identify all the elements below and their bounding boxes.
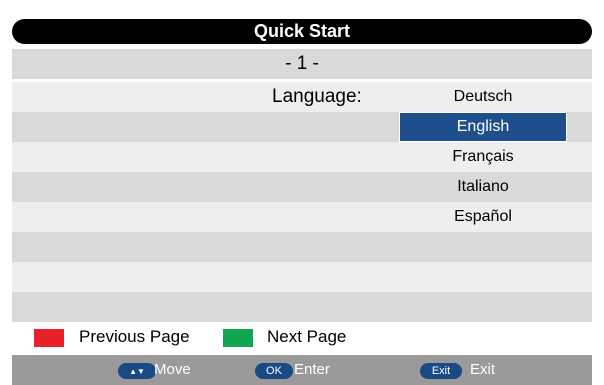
- quick-start-screen: Quick Start - 1 - Language: Deutsch Engl…: [0, 0, 604, 385]
- color-key-legend: Previous Page Next Page: [12, 322, 592, 352]
- language-option-francais[interactable]: Français: [400, 143, 566, 171]
- language-option-deutsch[interactable]: Deutsch: [400, 83, 566, 111]
- list-row: [12, 232, 592, 262]
- page-number: - 1 -: [285, 53, 319, 74]
- language-label: Language:: [272, 86, 362, 107]
- red-key-icon: [34, 329, 64, 347]
- exit-label: Exit: [470, 361, 496, 378]
- page-title: Quick Start: [12, 19, 592, 44]
- move-label: Move: [154, 361, 191, 378]
- next-page-label[interactable]: Next Page: [267, 322, 346, 352]
- language-option-espanol[interactable]: Español: [400, 203, 566, 231]
- ok-key-icon: OK: [255, 363, 293, 379]
- list-row: [12, 262, 592, 292]
- language-option-italiano[interactable]: Italiano: [400, 173, 566, 201]
- list-row: [12, 292, 592, 322]
- previous-page-label[interactable]: Previous Page: [79, 322, 190, 352]
- key-help-bar: ▲▼ Move OK Enter Exit Exit: [12, 355, 592, 385]
- language-option-english[interactable]: English: [399, 112, 567, 142]
- green-key-icon: [223, 329, 253, 347]
- exit-key-icon: Exit: [420, 363, 462, 379]
- enter-label: Enter: [294, 361, 330, 378]
- up-down-arrows-icon: ▲▼: [118, 363, 156, 379]
